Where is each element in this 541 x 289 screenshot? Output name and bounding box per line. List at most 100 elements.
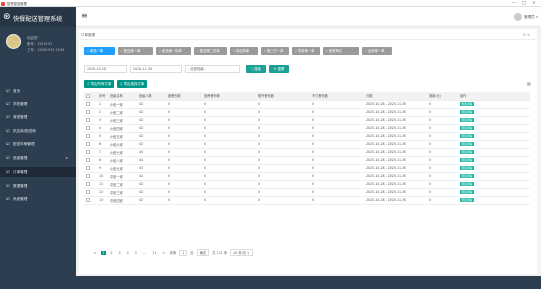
date-start-input[interactable]: 2020-10-28 bbox=[84, 65, 127, 73]
next-page-button[interactable]: > bbox=[161, 251, 167, 255]
edit-detail-button[interactable]: 修改详情 bbox=[460, 149, 474, 155]
data-icon: ☑ bbox=[6, 183, 10, 188]
edit-detail-button[interactable]: 修改详情 bbox=[460, 189, 474, 195]
sidebar-item-order[interactable]: ☑ 订单管理 bbox=[0, 167, 76, 177]
sidebar-item-data[interactable]: ☑ 数据管理 bbox=[0, 181, 76, 191]
table-cell: 9 bbox=[97, 164, 108, 173]
goto-page-input[interactable]: 1 bbox=[179, 249, 188, 256]
page-4[interactable]: 4 bbox=[125, 251, 130, 255]
maximize-button[interactable]: □ bbox=[522, 1, 526, 6]
sidebar-item-settings[interactable]: ☑ 系统管理 bbox=[0, 194, 76, 204]
grid-icon[interactable]: ▦ bbox=[527, 81, 531, 86]
sidebar-item-supplier[interactable]: ☑ 供应商/配送商 bbox=[0, 126, 76, 136]
row-checkbox[interactable] bbox=[84, 100, 97, 109]
page-11[interactable]: 11 bbox=[151, 251, 158, 255]
table-cell: 42 bbox=[137, 172, 166, 181]
table-cell: 0 bbox=[310, 196, 364, 205]
export-all-button[interactable]: ⇩ 导出所有订单 bbox=[84, 80, 114, 88]
table-cell: 0 bbox=[256, 116, 310, 125]
row-checkbox[interactable] bbox=[84, 116, 97, 125]
edit-detail-button[interactable]: 修改详情 bbox=[460, 181, 474, 187]
row-checkbox[interactable] bbox=[84, 108, 97, 117]
edit-detail-button[interactable]: 修改详情 bbox=[460, 125, 474, 131]
row-checkbox[interactable] bbox=[84, 196, 97, 205]
table-cell: 0 bbox=[256, 156, 310, 165]
table-row: 2 小班二班 42 0 0 0 0 2020-10-28 - 2020-11-30 0 修改详情 bbox=[84, 108, 530, 117]
row-checkbox[interactable] bbox=[84, 180, 97, 189]
row-checkbox[interactable] bbox=[84, 156, 97, 165]
page-3[interactable]: 3 bbox=[117, 251, 122, 255]
sidebar-item-class[interactable]: ☑ 班级管理 ∨ bbox=[0, 153, 76, 163]
edit-detail-button[interactable]: 修改详情 bbox=[460, 117, 474, 123]
table-cell: 0 bbox=[166, 196, 202, 205]
action-cell: 修改详情 bbox=[458, 196, 530, 205]
sidebar-item-school[interactable]: ☑ 学校管理 bbox=[0, 99, 76, 109]
page-5[interactable]: 5 bbox=[133, 251, 138, 255]
edit-detail-button[interactable]: 修改详情 bbox=[460, 101, 474, 107]
goto-confirm-button[interactable]: 确定 bbox=[196, 249, 210, 256]
table-row: 8 小班八班 44 0 0 0 0 2020-10-28 - 2020-11-30 0 修改详情 bbox=[84, 156, 530, 165]
user-menu[interactable]: 管理员 ∨ bbox=[524, 15, 539, 20]
action-cell: 修改详情 bbox=[458, 100, 530, 109]
edit-detail-button[interactable]: 修改详情 bbox=[460, 157, 474, 163]
tab-2[interactable]: ⌕ 配送单一单 bbox=[118, 47, 153, 55]
sidebar-item-home[interactable]: ☑ 首页 bbox=[0, 86, 76, 96]
edit-detail-button[interactable]: 修改详情 bbox=[460, 165, 474, 171]
page-2[interactable]: 2 bbox=[109, 251, 114, 255]
table-cell: 2020-10-28 - 2020-11-30 bbox=[364, 124, 427, 133]
edit-detail-button[interactable]: 修改详情 bbox=[460, 173, 474, 179]
page-ellipsis[interactable]: … bbox=[141, 251, 147, 255]
edit-detail-button[interactable]: 修改详情 bbox=[460, 197, 474, 203]
hamburger-icon[interactable]: ≡ bbox=[81, 12, 88, 20]
edit-detail-button[interactable]: 修改详情 bbox=[460, 109, 474, 115]
table-cell: 小班四班 bbox=[108, 124, 137, 133]
user-avatar-small[interactable] bbox=[514, 13, 522, 21]
row-checkbox[interactable] bbox=[84, 188, 97, 197]
tab-8[interactable]: ⌕ 食堂单位 bbox=[323, 47, 359, 55]
page-1[interactable]: 1 bbox=[100, 250, 106, 255]
home-icon: ☑ bbox=[6, 88, 10, 93]
minimize-button[interactable]: — bbox=[512, 1, 517, 6]
table-cell: 中班三班 bbox=[108, 188, 137, 197]
date-end-input[interactable]: 2020-11-30 bbox=[130, 65, 182, 73]
tab-6[interactable]: ⌕ 第三方一单 bbox=[261, 47, 289, 55]
tab-4[interactable]: ⌕ 配送第二供单 bbox=[194, 47, 227, 55]
row-checkbox[interactable] bbox=[84, 140, 97, 149]
tab-label: 食堂单位 bbox=[328, 49, 343, 53]
edit-detail-button[interactable]: 修改详情 bbox=[460, 133, 474, 139]
class-select[interactable]: --全部班级-- bbox=[185, 65, 240, 73]
table-cell: 12 bbox=[97, 188, 108, 197]
avatar[interactable] bbox=[6, 34, 21, 49]
row-checkbox[interactable] bbox=[84, 164, 97, 173]
sidebar-item-truck[interactable]: ☑ 配送车辆管理 bbox=[0, 139, 76, 149]
table-row: 11 中班二班 42 0 0 0 0 2020-10-28 - 2020-11-30 0 修改详情 bbox=[84, 180, 530, 189]
table-cell: 2020-10-28 - 2020-11-30 bbox=[364, 164, 427, 173]
search-button[interactable]: ⌕ 搜索 bbox=[246, 65, 266, 73]
action-cell: 修改详情 bbox=[458, 132, 530, 141]
row-checkbox[interactable] bbox=[84, 148, 97, 157]
page-unit-label: 页 bbox=[190, 251, 194, 255]
select-all-checkbox[interactable] bbox=[84, 92, 97, 101]
reset-button[interactable]: ⟳ 重置 bbox=[269, 65, 289, 73]
prev-page-button[interactable]: < bbox=[92, 251, 98, 255]
tab-5[interactable]: ⌕ 供应商单 bbox=[230, 47, 258, 55]
row-checkbox[interactable] bbox=[84, 172, 97, 181]
table-cell: 0 bbox=[166, 132, 202, 141]
tab-7[interactable]: ⌕ 学校单一单 bbox=[292, 47, 320, 55]
row-checkbox[interactable] bbox=[84, 132, 97, 141]
page-size-select[interactable]: 10 条/页 ∨ bbox=[230, 249, 253, 256]
user-id: 工号：19091919 1536 bbox=[27, 48, 65, 52]
close-button[interactable]: × bbox=[532, 1, 536, 6]
table-cell: 小班八班 bbox=[108, 156, 137, 165]
export-selected-button[interactable]: ⇩ 导出选择订单 bbox=[117, 80, 147, 88]
footer-bar bbox=[0, 276, 541, 289]
panel-controls[interactable]: ⟳ × bbox=[523, 33, 530, 37]
sidebar-item-label: 食堂管理 bbox=[13, 115, 28, 119]
table-cell: 43 bbox=[137, 164, 166, 173]
row-checkbox[interactable] bbox=[84, 124, 97, 133]
tab-1[interactable]: ⌕ 菜品一单 bbox=[84, 47, 115, 55]
sidebar-item-canteen[interactable]: ☑ 食堂管理 bbox=[0, 112, 76, 122]
tab-9[interactable]: ⌕ 全部单一单 bbox=[362, 47, 392, 55]
edit-detail-button[interactable]: 修改详情 bbox=[460, 141, 474, 147]
tab-3[interactable]: ⌕ 菜品第一供单 bbox=[156, 47, 191, 55]
